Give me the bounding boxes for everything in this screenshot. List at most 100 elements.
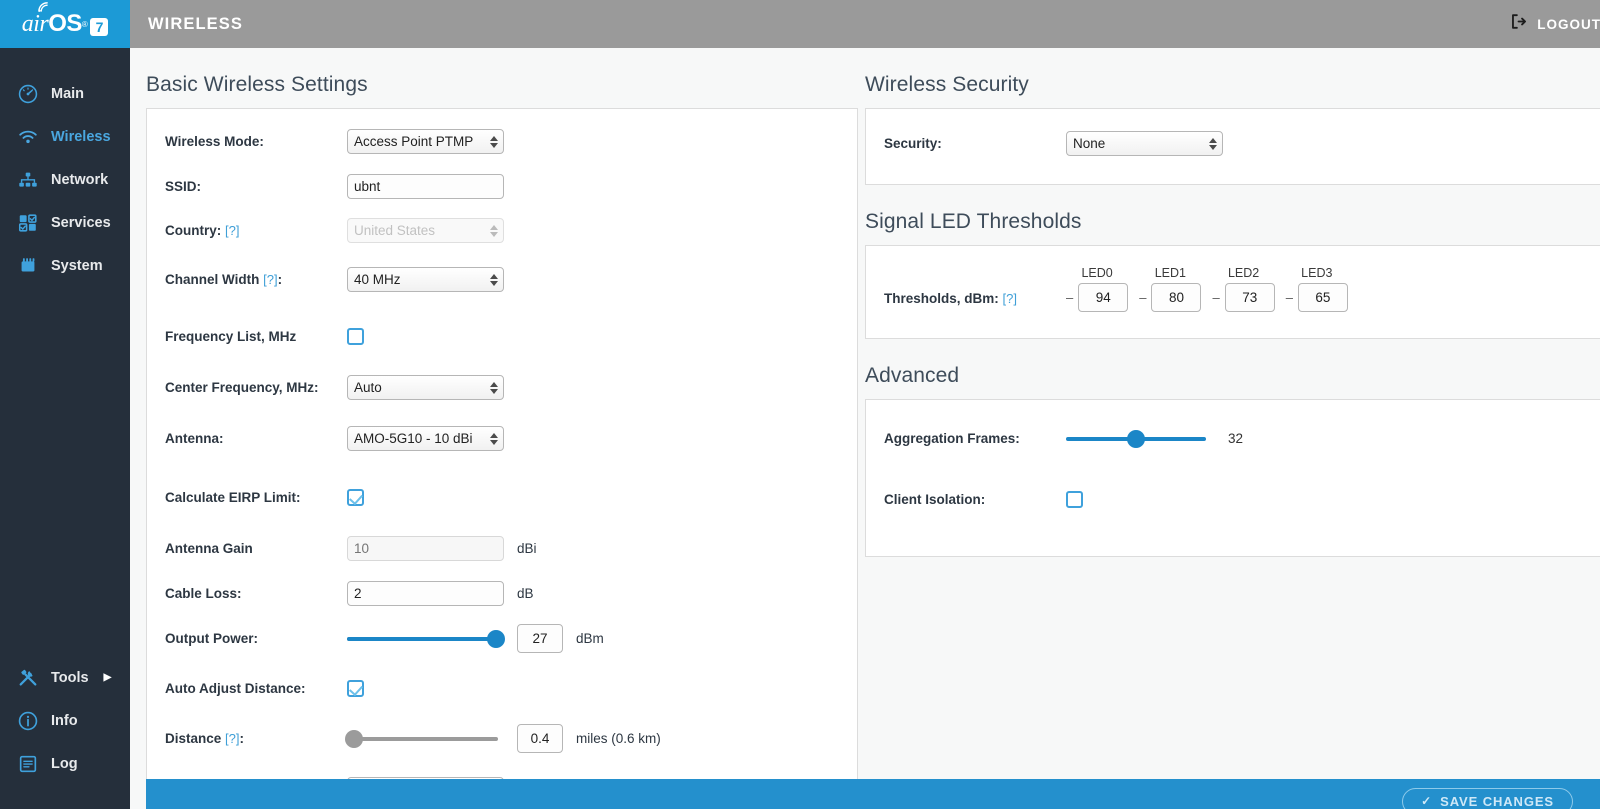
sidebar-item-info[interactable]: Info [0,699,130,742]
output-power-thumb[interactable] [487,629,506,648]
minus-sign: – [1139,290,1147,305]
cable-loss-unit: dB [517,586,534,601]
auto-adjust-distance-checkbox[interactable] [347,680,364,697]
sidebar-item-network[interactable]: Network [0,158,130,201]
sidebar-item-label: Tools [51,669,89,686]
distance-unit: miles (0.6 km) [576,731,661,746]
frequency-list-label: Frequency List, MHz [165,329,297,344]
center-frequency-label: Center Frequency, MHz: [165,380,319,395]
security-select[interactable]: None [1066,131,1223,156]
signal-led-panel: Thresholds, dBm: [?] LED0 – 94 LED1 – 80… [865,245,1600,339]
row-center-frequency: Center Frequency, MHz: Auto [147,371,857,404]
basic-wireless-heading: Basic Wireless Settings [146,73,368,96]
row-security: Security: None [866,127,1600,160]
antenna-select-wrap: AMO-5G10 - 10 dBi [347,426,504,451]
country-label-text: Country: [165,223,222,238]
sidebar-item-log[interactable]: Log [0,742,130,785]
sidebar-item-tools[interactable]: Tools ▶ [0,656,130,699]
channel-width-select[interactable]: 40 MHz [347,267,504,292]
cable-loss-input[interactable] [347,581,504,606]
logout-button[interactable]: LOGOUT [1509,12,1600,36]
check-icon: ✓ [1421,794,1433,808]
row-output-power: Output Power: dBm [147,622,857,655]
output-power-label: Output Power: [165,631,258,646]
aggregation-track [1066,429,1206,448]
columns: Basic Wireless Settings Wireless Mode: A… [146,48,1600,809]
led-input-wrap: – [1066,283,1129,312]
aggregation-thumb[interactable] [1127,429,1145,448]
calculate-eirp-label: Calculate EIRP Limit: [165,490,301,505]
antenna-gain-input [347,536,504,561]
security-select-wrap: None [1066,131,1223,156]
logo-registered-mark: ® [81,20,88,29]
minus-sign: – [1285,290,1293,305]
center-frequency-select[interactable]: Auto [347,375,504,400]
minus-sign: – [1212,290,1220,305]
led-label: LED0 [1081,266,1113,280]
row-client-isolation: Client Isolation: [866,483,1600,516]
channel-width-label-text: Channel Width [165,272,260,287]
output-power-slider[interactable] [347,629,506,648]
sidebar-item-main[interactable]: Main [0,72,130,115]
sidebar-item-system[interactable]: System [0,244,130,287]
output-power-input[interactable] [517,624,563,653]
country-select: United States [347,218,504,243]
led2-input[interactable] [1224,283,1275,312]
sidebar-item-label: Main [51,85,85,102]
thresholds-help-link[interactable]: [?] [1003,291,1017,306]
channel-width-label: Channel Width [?]: [165,272,347,287]
led3-input[interactable] [1297,283,1348,312]
led-input-wrap: – [1139,283,1202,312]
led1-input[interactable] [1151,283,1202,312]
led-cell: LED3 – [1286,266,1348,312]
wireless-mode-select[interactable]: Access Point PTMP [347,129,504,154]
led-label: LED3 [1301,266,1333,280]
sidebar-nav-primary: Main Wireless Network Services System [0,48,130,287]
advanced-heading: Advanced [865,364,960,387]
frequency-list-checkbox[interactable] [347,328,364,345]
sidebar-item-wireless[interactable]: Wireless [0,115,130,158]
aggregation-slider[interactable] [1066,429,1206,448]
airos-logo[interactable]: air OS ® 7 [0,0,130,48]
distance-slider [344,729,498,748]
row-country: Country: [?] United States [147,214,857,247]
logout-icon [1509,12,1528,36]
tools-icon [16,666,40,690]
channel-width-help-link[interactable]: [?] [263,272,277,287]
distance-input[interactable] [517,724,563,753]
row-wireless-mode: Wireless Mode: Access Point PTMP [147,125,857,158]
wireless-mode-select-wrap: Access Point PTMP [347,129,504,154]
page-title: WIRELESS [148,14,243,33]
wireless-mode-label: Wireless Mode: [165,134,264,149]
content-area: Basic Wireless Settings Wireless Mode: A… [130,48,1600,809]
info-icon [16,709,40,733]
save-changes-button[interactable]: ✓ SAVE CHANGES [1402,787,1573,809]
led0-input[interactable] [1078,283,1129,312]
sidebar-item-services[interactable]: Services [0,201,130,244]
center-frequency-select-wrap: Auto [347,375,504,400]
logout-label: LOGOUT [1537,16,1600,32]
ssid-input[interactable] [347,174,504,199]
led-cell: LED2 – [1212,266,1275,312]
gauge-icon [16,82,40,106]
sidebar-item-label: Log [51,755,78,772]
thresholds-label-text: Thresholds, dBm: [884,291,999,306]
sidebar-item-label: Wireless [51,128,111,145]
auto-adjust-distance-label: Auto Adjust Distance: [165,681,306,696]
led-label: LED1 [1154,266,1186,280]
client-isolation-checkbox[interactable] [1066,491,1083,508]
calculate-eirp-checkbox[interactable] [347,489,364,506]
antenna-select[interactable]: AMO-5G10 - 10 dBi [347,426,504,451]
distance-help-link[interactable]: [?] [225,731,239,746]
row-calculate-eirp: Calculate EIRP Limit: [147,481,857,514]
country-help-link[interactable]: [?] [225,223,239,238]
chevron-right-icon: ▶ [103,671,112,683]
sidebar-item-label: System [51,257,103,274]
logo-os-text: OS [48,10,82,37]
sidebar-item-label: Network [51,171,109,188]
channel-width-colon: : [277,272,283,287]
row-antenna-gain: Antenna Gain dBi [147,532,857,565]
row-cable-loss: Cable Loss: dB [147,577,857,610]
distance-label-text: Distance [165,731,222,746]
country-select-wrap: United States [347,218,504,243]
